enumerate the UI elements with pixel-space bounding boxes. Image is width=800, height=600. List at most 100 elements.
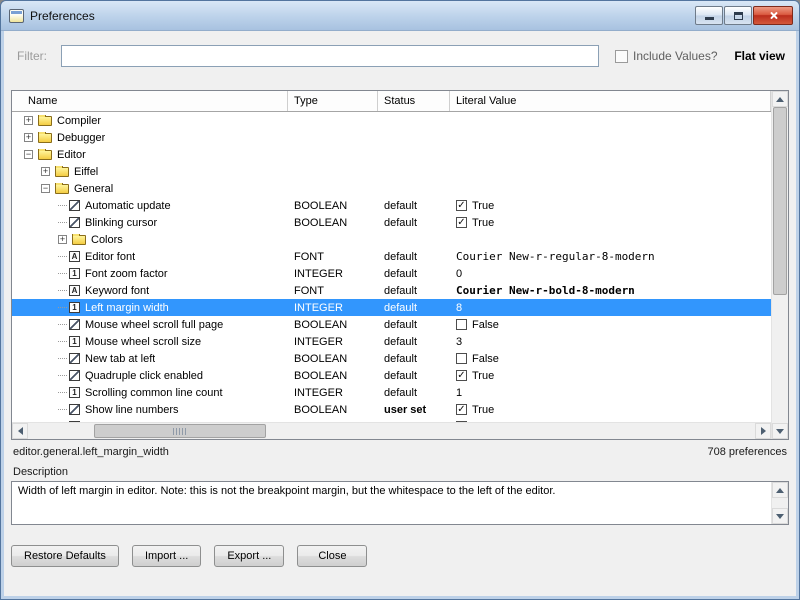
column-header-status[interactable]: Status <box>378 91 450 111</box>
pref-value-cell: False <box>450 353 771 365</box>
pref-name-cell: New tab at left <box>12 353 288 365</box>
pref-status: default <box>378 353 450 365</box>
checkbox-unchecked-icon[interactable] <box>456 319 467 330</box>
horizontal-scrollbar-thumb[interactable] <box>94 424 266 438</box>
pref-value-label: True <box>472 404 494 416</box>
window-controls <box>694 6 793 25</box>
pref-value-text: 1 <box>456 387 462 399</box>
tree-connector <box>58 358 67 359</box>
pref-name-cell: AKeyword font <box>12 285 288 297</box>
pref-value-text: Courier New-r-bold-8-modern <box>456 284 635 297</box>
pref-value-text: 8 <box>456 302 462 314</box>
table-row[interactable]: Automatic updateBOOLEANdefault✓True <box>12 197 771 214</box>
tree-connector <box>58 205 67 206</box>
table-row[interactable]: AKeyword fontFONTdefaultCourier New-r-bo… <box>12 282 771 299</box>
horizontal-scrollbar[interactable] <box>12 422 771 439</box>
window-title: Preferences <box>30 9 95 23</box>
tree-connector <box>58 341 67 342</box>
pref-int-icon: 1 <box>69 336 80 347</box>
vertical-scrollbar[interactable] <box>771 91 788 439</box>
minimize-button[interactable] <box>695 6 723 25</box>
tree-main: Name Type Status Literal Value +Compiler… <box>12 91 771 439</box>
scroll-left-arrow-icon[interactable] <box>12 423 28 439</box>
expand-icon[interactable]: + <box>24 133 33 142</box>
include-values-label: Include Values? <box>633 49 718 63</box>
preferences-window-icon <box>9 9 24 23</box>
table-row[interactable]: 1Font zoom factorINTEGERdefault0 <box>12 265 771 282</box>
collapse-icon[interactable]: − <box>24 150 33 159</box>
pref-value-cell: Courier New-r-bold-8-modern <box>450 284 771 297</box>
description-scroll-down-icon[interactable] <box>772 508 788 524</box>
filter-input[interactable] <box>61 45 599 67</box>
pref-name: Eiffel <box>74 166 98 178</box>
expand-icon[interactable]: + <box>24 116 33 125</box>
checkbox-checked-icon[interactable]: ✓ <box>456 200 467 211</box>
checkbox-unchecked-icon[interactable] <box>456 353 467 364</box>
table-row[interactable]: −Editor <box>12 146 771 163</box>
table-row[interactable]: +Compiler <box>12 112 771 129</box>
column-header-type[interactable]: Type <box>288 91 378 111</box>
checkbox-checked-icon[interactable]: ✓ <box>456 370 467 381</box>
table-row[interactable]: Mouse wheel scroll full pageBOOLEANdefau… <box>12 316 771 333</box>
import-button[interactable]: Import ... <box>132 545 201 567</box>
expand-icon[interactable]: + <box>58 235 67 244</box>
flat-view-toggle[interactable]: Flat view <box>734 49 785 63</box>
vertical-scrollbar-thumb[interactable] <box>773 107 787 295</box>
table-row[interactable]: +Debugger <box>12 129 771 146</box>
folder-icon <box>38 133 52 143</box>
column-header-name[interactable]: Name <box>12 91 288 111</box>
pref-name-cell: AEditor font <box>12 251 288 263</box>
checkbox-checked-icon[interactable]: ✓ <box>456 217 467 228</box>
pref-name-cell: 1Font zoom factor <box>12 268 288 280</box>
export-button[interactable]: Export ... <box>214 545 284 567</box>
scroll-right-arrow-icon[interactable] <box>755 423 771 439</box>
pref-name-cell: Automatic update <box>12 200 288 212</box>
close-button[interactable]: Close <box>297 545 367 567</box>
pref-status: default <box>378 200 450 212</box>
pref-int-icon: 1 <box>69 268 80 279</box>
table-row[interactable]: Blinking cursorBOOLEANdefault✓True <box>12 214 771 231</box>
maximize-button[interactable] <box>724 6 752 25</box>
table-row[interactable]: 1Mouse wheel scroll sizeINTEGERdefault3 <box>12 333 771 350</box>
table-row[interactable]: 1Left margin widthINTEGERdefault8 <box>12 299 771 316</box>
restore-defaults-button[interactable]: Restore Defaults <box>11 545 119 567</box>
pref-bool-icon <box>69 200 80 211</box>
pref-value-cell: False <box>450 319 771 331</box>
scroll-down-arrow-icon[interactable] <box>772 423 788 439</box>
pref-name: Mouse wheel scroll full page <box>85 319 223 331</box>
pref-name-cell: Blinking cursor <box>12 217 288 229</box>
pref-value-label: True <box>472 200 494 212</box>
pref-type: BOOLEAN <box>288 404 378 416</box>
checkbox-checked-icon[interactable]: ✓ <box>456 404 467 415</box>
pref-type: BOOLEAN <box>288 353 378 365</box>
table-row[interactable]: Show line numbersBOOLEANuser set✓True <box>12 401 771 418</box>
titlebar[interactable]: Preferences <box>1 1 799 31</box>
description-scroll-up-icon[interactable] <box>772 482 788 498</box>
table-row[interactable]: Quadruple click enabledBOOLEANdefault✓Tr… <box>12 367 771 384</box>
scroll-up-arrow-icon[interactable] <box>772 91 788 107</box>
pref-name-cell: +Compiler <box>12 115 288 127</box>
table-row[interactable]: + Eiffel <box>12 163 771 180</box>
pref-value-cell: ✓True <box>450 370 771 382</box>
horizontal-scrollbar-track[interactable] <box>28 423 755 439</box>
pref-name: General <box>74 183 113 195</box>
close-window-button[interactable] <box>753 6 793 25</box>
pref-status: default <box>378 268 450 280</box>
table-row[interactable]: New tab at leftBOOLEANdefaultFalse <box>12 350 771 367</box>
vertical-scrollbar-track[interactable] <box>772 107 788 423</box>
pref-status: default <box>378 370 450 382</box>
table-row[interactable]: AEditor fontFONTdefaultCourier New-r-reg… <box>12 248 771 265</box>
table-row[interactable]: − General <box>12 180 771 197</box>
collapse-icon[interactable]: − <box>41 184 50 193</box>
pref-type: BOOLEAN <box>288 370 378 382</box>
table-row[interactable]: 1Scrolling common line countINTEGERdefau… <box>12 384 771 401</box>
expand-icon[interactable]: + <box>41 167 50 176</box>
tree-column-headers: Name Type Status Literal Value <box>12 91 771 112</box>
pref-status: default <box>378 387 450 399</box>
pref-name: Editor font <box>85 251 135 263</box>
include-values-checkbox[interactable] <box>615 50 628 63</box>
maximize-icon <box>734 12 743 20</box>
description-scrollbar[interactable] <box>771 482 788 524</box>
column-header-literal-value[interactable]: Literal Value <box>450 91 771 111</box>
table-row[interactable]: +Colors <box>12 231 771 248</box>
